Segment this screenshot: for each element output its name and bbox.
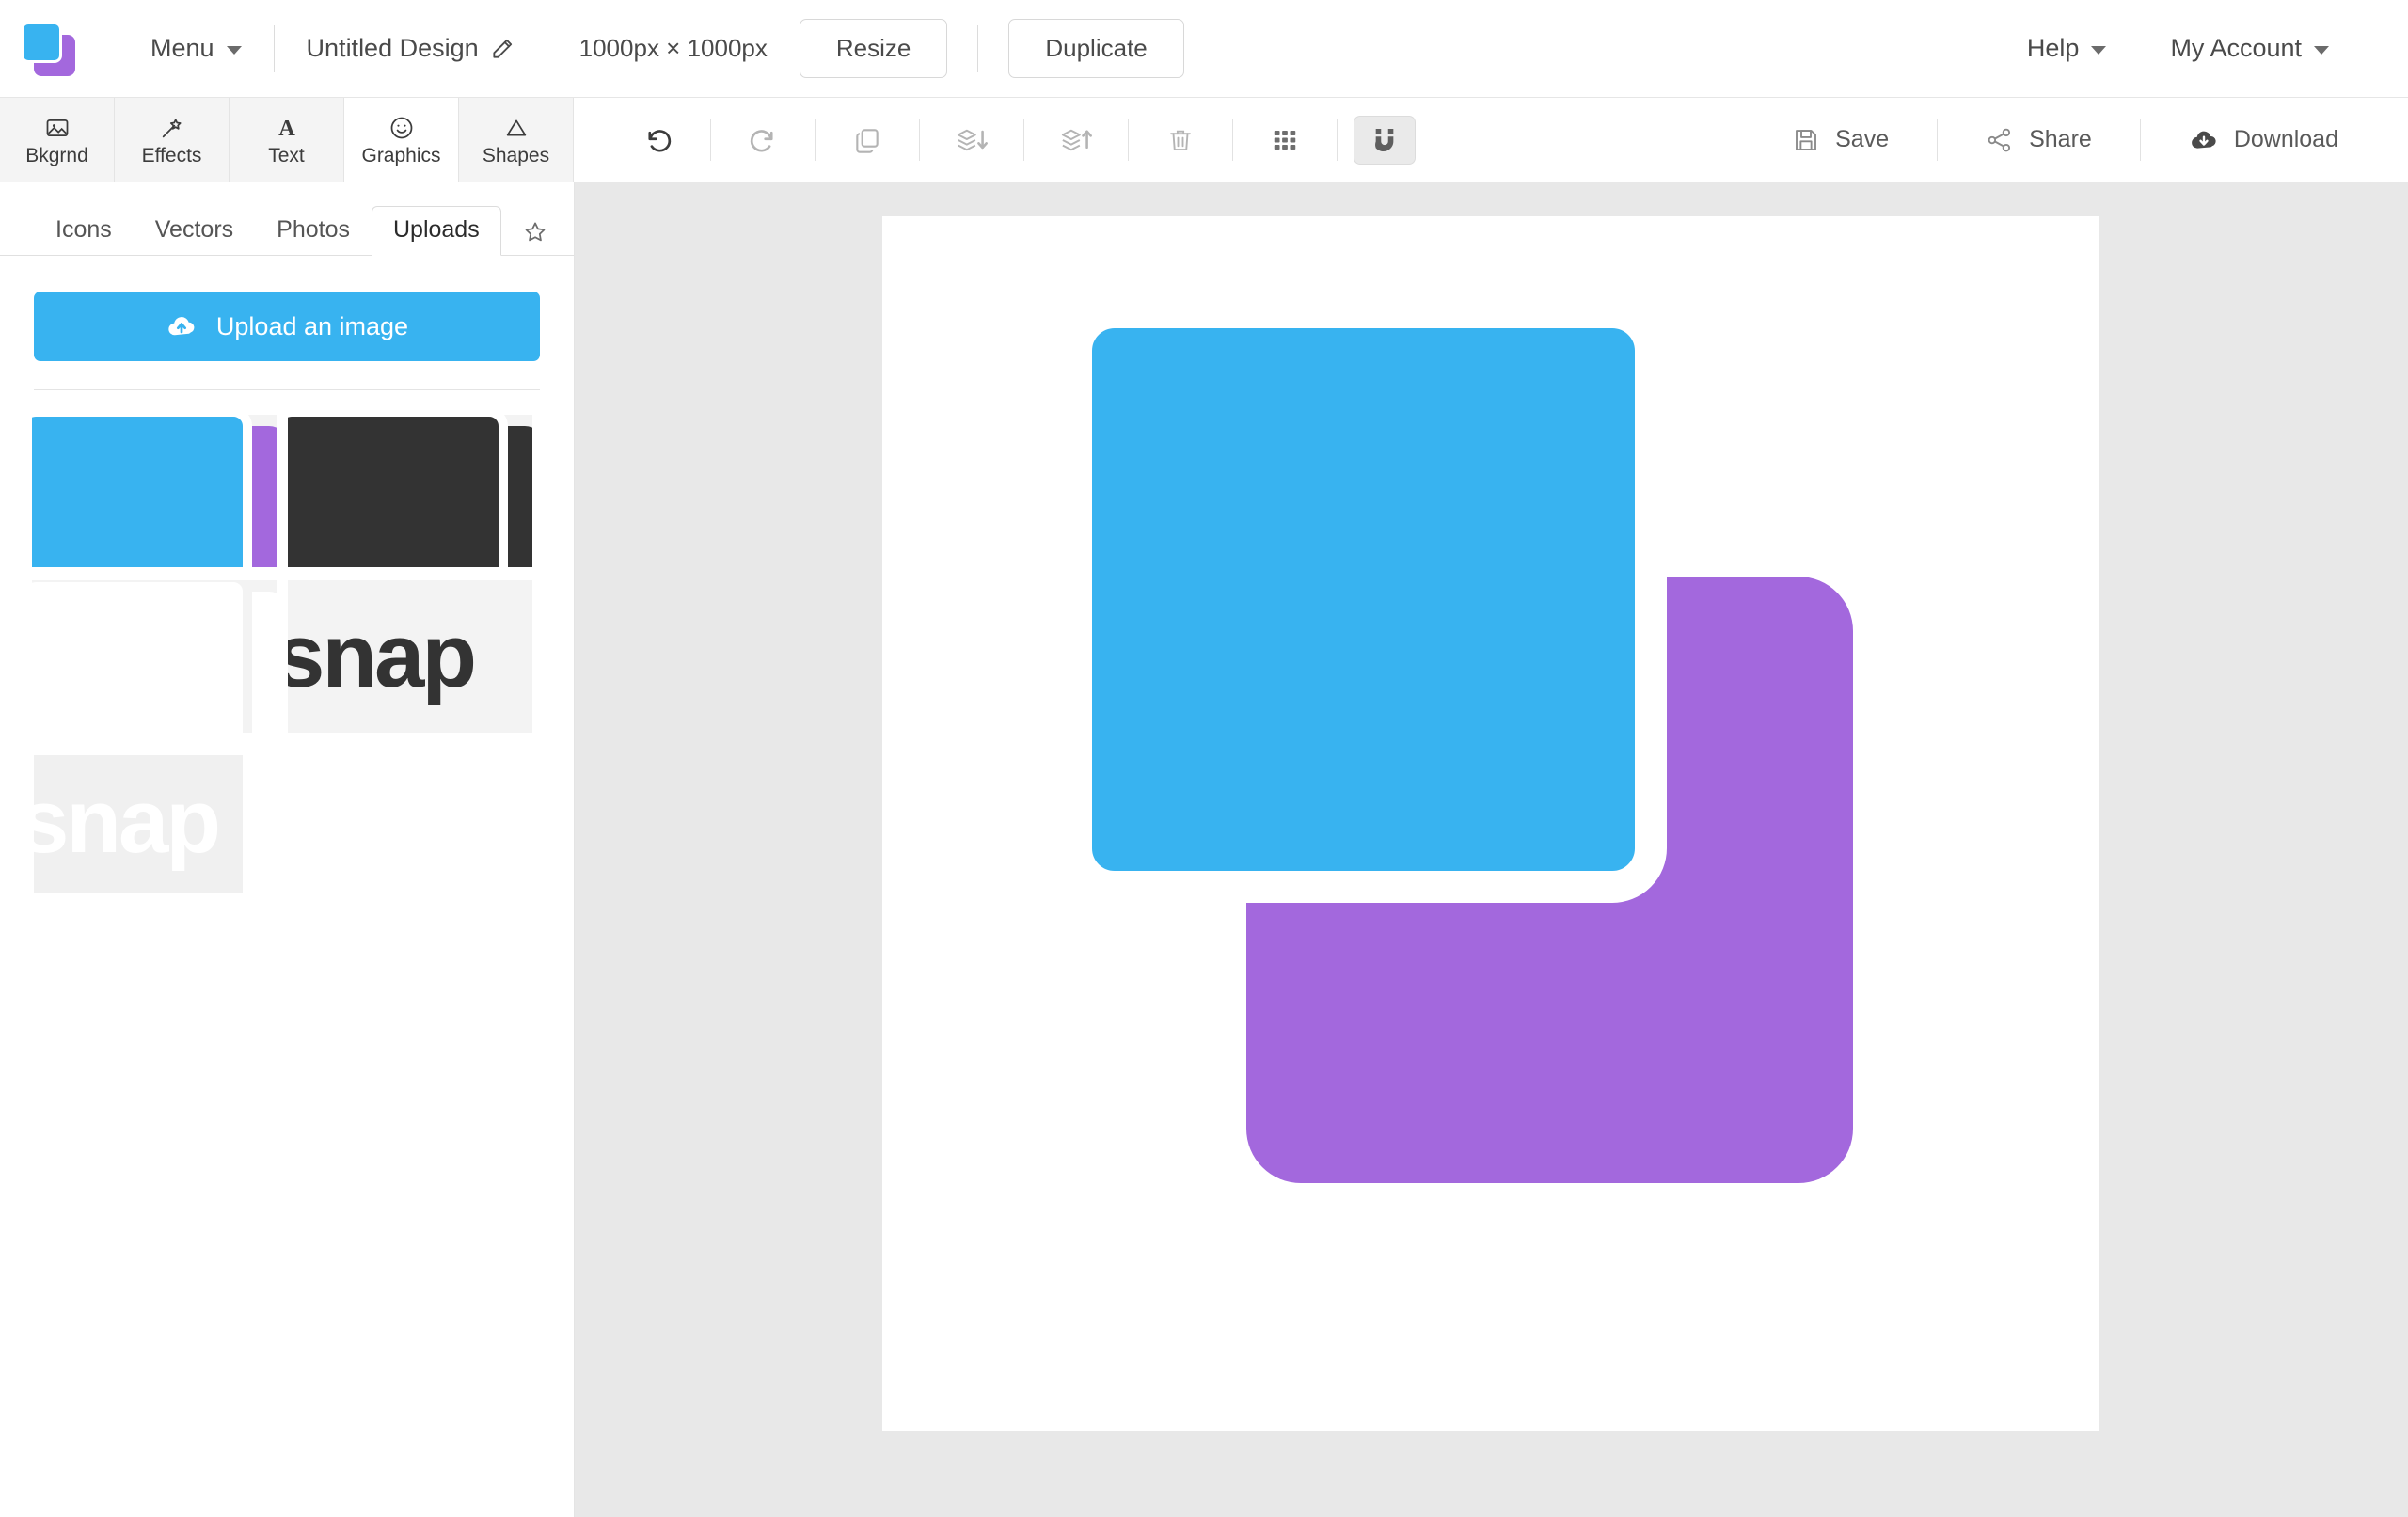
thumb-blue-square [32, 415, 252, 567]
grid-toggle[interactable] [1249, 114, 1321, 166]
main-toolbar: Bkgrnd Effects A Text Graphics Shapes Sa… [0, 97, 2408, 182]
upload-thumb-logo-white[interactable] [32, 580, 277, 733]
design-canvas[interactable] [882, 216, 2099, 1431]
download-button[interactable]: Download [2157, 125, 2370, 155]
share-icon [1986, 126, 2014, 154]
tool-tab-group: Bkgrnd Effects A Text Graphics Shapes [0, 98, 574, 182]
header-left-group: Menu Untitled Design 1000px × 1000px Res… [21, 0, 1184, 97]
redo-button[interactable] [727, 114, 799, 166]
design-title: Untitled Design [306, 34, 479, 62]
upload-button-label: Upload an image [215, 311, 409, 340]
cloud-upload-icon [166, 310, 198, 342]
image-icon [44, 114, 71, 142]
blue-rounded-square[interactable] [1060, 296, 1667, 903]
artwork-group [882, 216, 2099, 1431]
toolbar-separator [2139, 119, 2141, 161]
logo-blue-square [21, 21, 62, 63]
triangle-icon [503, 114, 530, 142]
thumb-white-square-front [32, 580, 252, 733]
smiley-icon [388, 114, 415, 142]
help-menu[interactable]: Help [1995, 0, 2139, 97]
snap-toggle[interactable] [1354, 115, 1416, 165]
toolbar-separator [1128, 119, 1129, 161]
file-actions-group: Save Share Download [1760, 98, 2408, 182]
tab-text-label: Text [268, 145, 305, 166]
help-label: Help [2026, 34, 2080, 62]
graphics-sidebar: Icons Vectors Photos Uploads Upload an i… [0, 182, 575, 1517]
cloud-download-icon [2189, 125, 2219, 155]
delete-button[interactable] [1145, 114, 1216, 166]
sidebar-sub-tabs: Icons Vectors Photos Uploads [0, 182, 574, 256]
toolbar-separator [1337, 119, 1338, 161]
duplicate-layer-button[interactable] [832, 114, 903, 166]
tab-shapes-label: Shapes [482, 145, 550, 166]
design-editor-app: Menu Untitled Design 1000px × 1000px Res… [0, 0, 2408, 1517]
thumb-dark-square-front [288, 415, 508, 567]
toolbar-separator [815, 119, 816, 161]
tab-graphics[interactable]: Graphics [344, 98, 459, 182]
tab-bkgrnd[interactable]: Bkgrnd [0, 98, 115, 182]
toolbar-separator [710, 119, 711, 161]
account-menu[interactable]: My Account [2138, 0, 2361, 97]
toolbar-separator [919, 119, 920, 161]
toolbar-separator [1232, 119, 1233, 161]
tab-text[interactable]: A Text [230, 98, 344, 182]
tab-bkgrnd-label: Bkgrnd [25, 145, 88, 166]
share-label: Share [2029, 126, 2092, 152]
upload-section: Upload an image [0, 256, 574, 361]
edit-actions-group [623, 98, 1416, 182]
upload-an-image-button[interactable]: Upload an image [34, 292, 540, 361]
sidebar-tab-photos[interactable]: Photos [255, 206, 372, 255]
app-logo[interactable] [21, 21, 77, 76]
menu-label: Menu [150, 34, 214, 62]
share-button[interactable]: Share [1954, 126, 2124, 154]
chevron-down-icon [2314, 46, 2329, 55]
design-title-button[interactable]: Untitled Design [275, 0, 547, 97]
tab-shapes[interactable]: Shapes [459, 98, 574, 182]
toolbar-separator [1023, 119, 1024, 161]
upload-thumb-wordmark-dark[interactable]: snap [288, 580, 532, 733]
tab-effects[interactable]: Effects [115, 98, 230, 182]
download-label: Download [2233, 126, 2338, 152]
tab-effects-label: Effects [141, 145, 202, 166]
magic-wand-icon [159, 114, 185, 142]
chevron-down-icon [2091, 46, 2107, 55]
thumb-wordmark-white-text: snap [32, 771, 221, 872]
upload-thumb-logo-color[interactable] [32, 415, 277, 567]
upload-thumb-logo-dark[interactable] [288, 415, 532, 567]
account-label: My Account [2170, 34, 2302, 62]
sidebar-tab-icons[interactable]: Icons [34, 206, 134, 255]
uploads-grid: snap snap [0, 390, 574, 898]
save-disk-icon [1792, 126, 1820, 154]
upload-thumb-wordmark-white[interactable]: snap [32, 746, 277, 898]
pencil-icon[interactable] [490, 37, 515, 61]
top-header: Menu Untitled Design 1000px × 1000px Res… [0, 0, 2408, 97]
menu-button[interactable]: Menu [119, 0, 274, 97]
header-divider [977, 24, 979, 72]
header-right-group: Help My Account [1995, 0, 2408, 97]
chevron-down-icon [226, 46, 242, 55]
toolbar-separator [1937, 119, 1939, 161]
sidebar-tab-uploads[interactable]: Uploads [371, 206, 501, 256]
save-label: Save [1835, 126, 1890, 152]
canvas-size-label: 1000px × 1000px [578, 34, 768, 62]
duplicate-button[interactable]: Duplicate [1008, 19, 1184, 78]
save-button[interactable]: Save [1760, 126, 1921, 154]
sidebar-tab-vectors[interactable]: Vectors [134, 206, 255, 255]
tab-graphics-label: Graphics [361, 145, 441, 166]
bring-forward-button[interactable] [1040, 114, 1112, 166]
canvas-workspace[interactable] [575, 182, 2408, 1517]
resize-button[interactable]: Resize [799, 19, 948, 78]
editor-body: Icons Vectors Photos Uploads Upload an i… [0, 182, 2408, 1517]
svg-text:A: A [278, 116, 295, 141]
text-a-icon: A [274, 114, 300, 142]
send-backward-button[interactable] [936, 114, 1007, 166]
thumb-wordmark-dark-text: snap [288, 606, 477, 706]
undo-button[interactable] [623, 114, 694, 166]
star-icon[interactable] [501, 213, 567, 255]
